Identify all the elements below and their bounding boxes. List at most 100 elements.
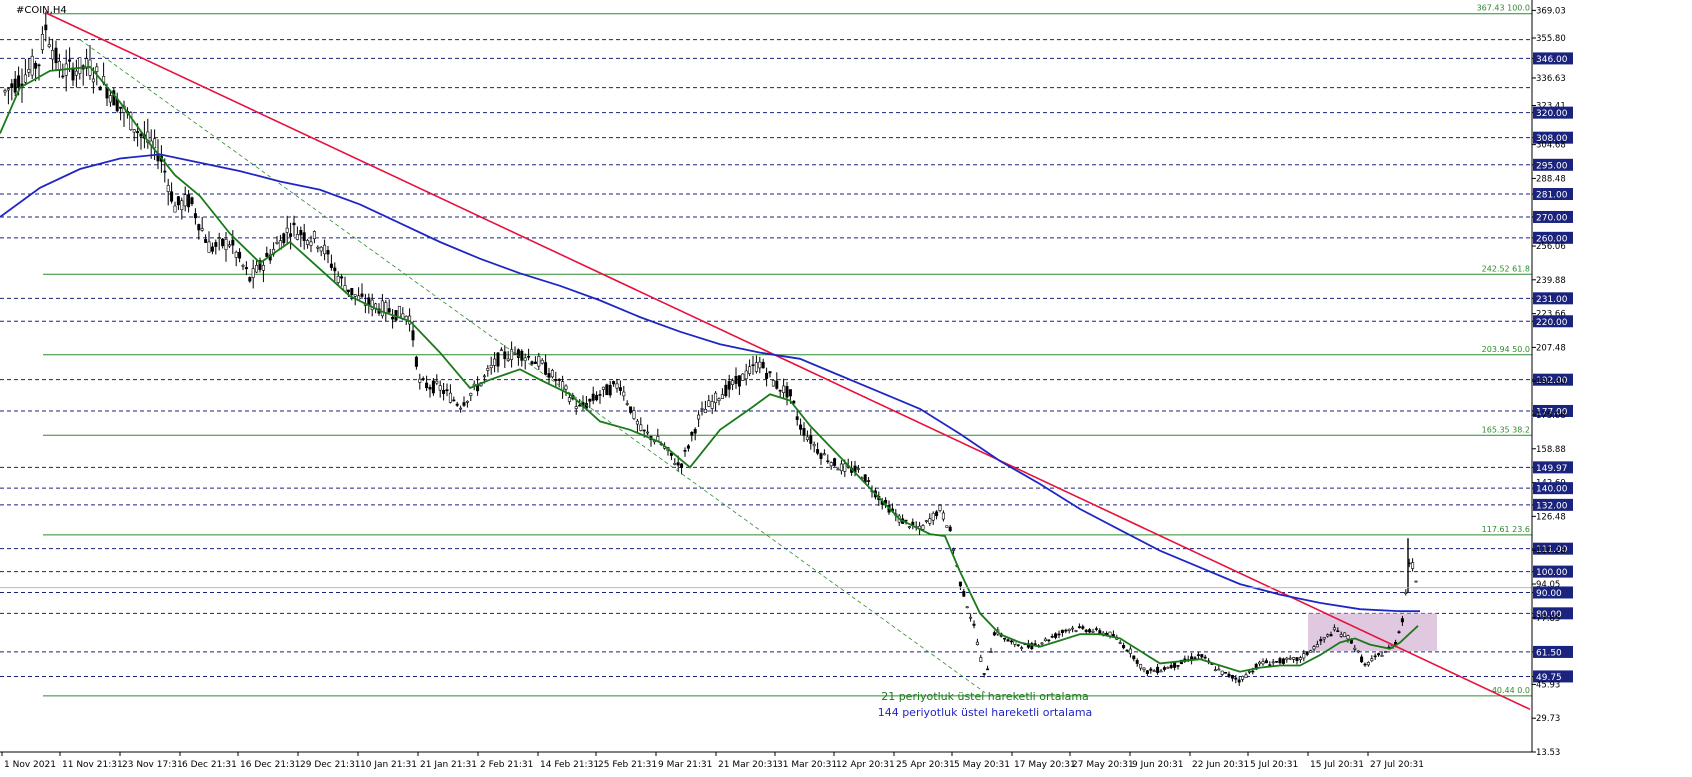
candle-body bbox=[707, 400, 711, 407]
candle-body bbox=[1237, 679, 1241, 683]
candle-body bbox=[1084, 629, 1088, 633]
candle-body bbox=[3, 90, 7, 93]
candle-body bbox=[333, 267, 337, 272]
candle-body bbox=[554, 379, 558, 381]
candle-body bbox=[588, 398, 592, 402]
y-tick-label: 281.00 bbox=[1536, 191, 1568, 201]
y-tick-label: 149.97 bbox=[1536, 464, 1568, 474]
candle-body bbox=[68, 59, 72, 62]
candle-body bbox=[360, 293, 364, 297]
candle-body bbox=[207, 241, 211, 253]
candle-body bbox=[1040, 642, 1044, 645]
candle-body bbox=[455, 403, 459, 406]
candle-body bbox=[1329, 634, 1333, 637]
candle-body bbox=[1033, 643, 1037, 645]
candle-body bbox=[1363, 663, 1367, 666]
candle-body bbox=[193, 213, 197, 219]
candle-body bbox=[506, 358, 510, 361]
candle-body bbox=[1193, 657, 1197, 660]
candle-body bbox=[74, 70, 78, 76]
candle-body bbox=[13, 78, 17, 93]
candle-body bbox=[418, 378, 422, 383]
candle-body bbox=[714, 392, 718, 404]
candle-body bbox=[625, 403, 629, 405]
candle-body bbox=[51, 50, 55, 60]
candle-body bbox=[180, 200, 184, 210]
x-tick-label: 9 Mar 21:31 bbox=[658, 760, 712, 770]
x-tick-label: 1 Nov 2021 bbox=[4, 760, 56, 770]
candle-body bbox=[938, 505, 942, 511]
candle-body bbox=[350, 287, 354, 296]
candle-body bbox=[27, 69, 31, 73]
x-tick-label: 21 Jan 21:31 bbox=[420, 760, 477, 770]
candle-body bbox=[108, 95, 112, 103]
candle-body bbox=[248, 277, 252, 282]
fib-label: 165.35 38.2 bbox=[1482, 425, 1530, 434]
candle-body bbox=[754, 362, 758, 372]
candle-body bbox=[136, 131, 140, 134]
candle-body bbox=[741, 373, 745, 381]
candle-body bbox=[34, 63, 38, 69]
y-tick-label: 110.28 bbox=[1536, 546, 1566, 556]
candle-body bbox=[642, 429, 646, 432]
candle-body bbox=[353, 294, 357, 297]
candle-body bbox=[1057, 633, 1061, 636]
candle-body bbox=[244, 267, 248, 270]
x-tick-label: 25 Apr 20:31 bbox=[896, 760, 955, 770]
candle-body bbox=[312, 231, 316, 240]
y-tick-label: 45.93 bbox=[1536, 680, 1560, 690]
candle-body bbox=[1088, 629, 1092, 633]
candle-body bbox=[37, 64, 41, 67]
candle-body bbox=[496, 352, 500, 367]
y-tick-label: 29.73 bbox=[1536, 714, 1560, 724]
candle-body bbox=[1003, 637, 1007, 640]
x-tick-label: 16 Dec 21:31 bbox=[240, 760, 301, 770]
candle-body bbox=[224, 239, 228, 250]
candle-body bbox=[282, 233, 286, 244]
candle-body bbox=[1414, 580, 1418, 583]
candle-body bbox=[969, 616, 973, 619]
candle-body bbox=[1404, 592, 1408, 594]
candle-body bbox=[986, 668, 990, 671]
candle-body bbox=[30, 55, 34, 76]
y-tick-label: 132.00 bbox=[1536, 501, 1568, 511]
candle-body bbox=[1098, 630, 1102, 634]
candle-body bbox=[1336, 630, 1340, 633]
x-tick-label: 31 Mar 20:31 bbox=[777, 760, 837, 770]
x-tick-label: 9 Jun 20:31 bbox=[1132, 760, 1183, 770]
candle-body bbox=[227, 244, 231, 247]
candle-body bbox=[982, 673, 986, 675]
candle-body bbox=[139, 133, 143, 137]
candle-body bbox=[442, 389, 446, 394]
candle-body bbox=[1268, 664, 1272, 666]
candle-body bbox=[91, 78, 95, 83]
candle-body bbox=[907, 526, 911, 528]
candle-body bbox=[785, 386, 789, 398]
candle-body bbox=[979, 657, 983, 662]
candle-body bbox=[1288, 657, 1292, 660]
candle-body bbox=[499, 349, 503, 352]
candle-body bbox=[462, 402, 466, 406]
candle-body bbox=[421, 378, 425, 380]
candle-body bbox=[265, 252, 269, 257]
candle-body bbox=[326, 250, 330, 255]
candle-body bbox=[928, 518, 932, 524]
candle-body bbox=[1312, 646, 1316, 650]
candle-body bbox=[465, 400, 469, 403]
candle-body bbox=[962, 591, 966, 597]
candle-body bbox=[765, 372, 769, 379]
candle-body bbox=[1132, 655, 1136, 660]
candle-body bbox=[98, 86, 102, 91]
price-chart: 367.43 100.0 242.52 61.8 203.94 50.0 165.35… bbox=[0, 0, 1573, 770]
candle-body bbox=[952, 548, 956, 551]
candle-body bbox=[173, 205, 177, 213]
candle-body bbox=[1149, 668, 1153, 671]
candle-body bbox=[295, 234, 299, 240]
candle-body bbox=[292, 222, 296, 226]
fib-label: 367.43 100.0 bbox=[1477, 4, 1530, 13]
candle-body bbox=[1322, 637, 1326, 640]
candle-body bbox=[367, 297, 371, 306]
candle-body bbox=[1258, 661, 1262, 665]
candle-body bbox=[166, 185, 170, 192]
y-tick-label: 295.00 bbox=[1536, 161, 1568, 171]
